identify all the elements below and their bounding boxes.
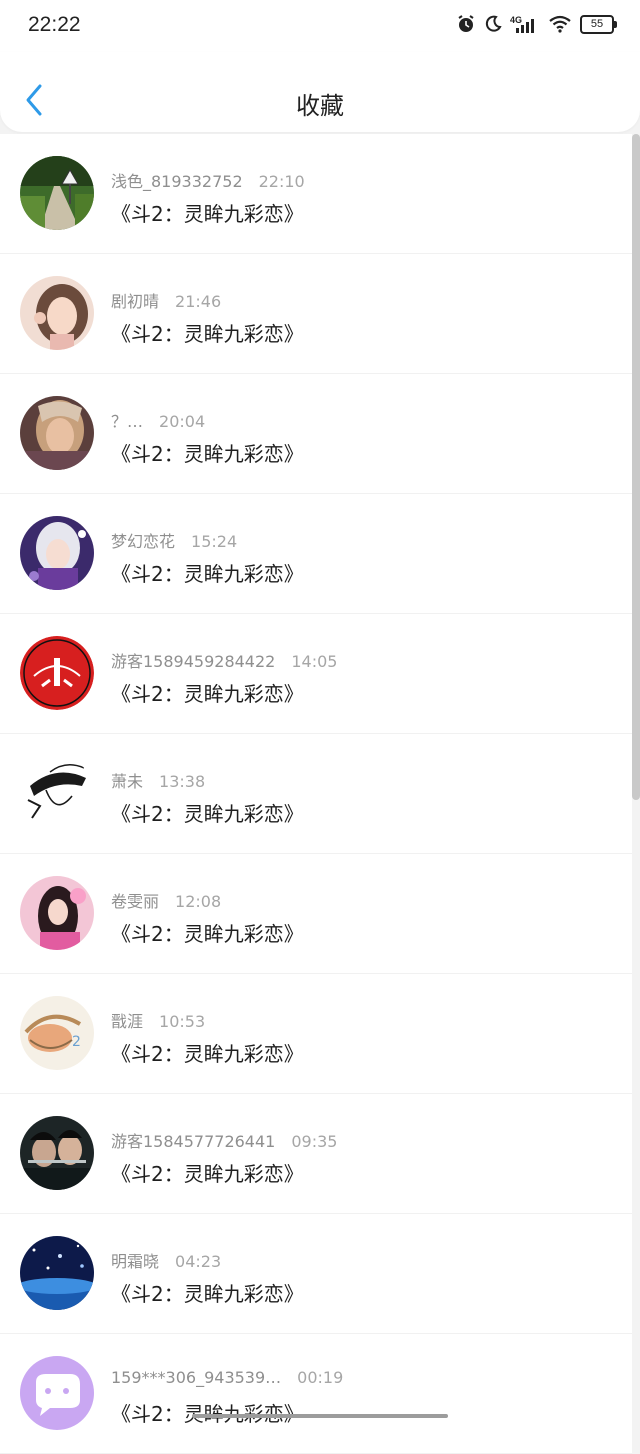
- timestamp: 22:10: [258, 172, 305, 191]
- list-item[interactable]: 2 戬涯 10:53 《斗2：灵眸九彩恋》: [0, 974, 632, 1094]
- book-title: 《斗2：灵眸九彩恋》: [111, 202, 304, 226]
- page-title: 收藏: [296, 92, 344, 120]
- username: 戬涯: [111, 1012, 144, 1031]
- book-title: 《斗2：灵眸九彩恋》: [111, 322, 304, 346]
- item-meta: ？… 20:04: [111, 408, 205, 432]
- username: 萧未: [111, 772, 144, 791]
- item-meta: 卷雯丽 12:08: [111, 888, 221, 912]
- avatar[interactable]: [20, 1356, 94, 1430]
- avatar[interactable]: 2: [20, 996, 94, 1070]
- timestamp: 20:04: [159, 412, 206, 431]
- book-title: 《斗2：灵眸九彩恋》: [111, 562, 304, 586]
- timestamp: 13:38: [159, 772, 206, 791]
- item-meta: 浅色_819332752 22:10: [111, 168, 305, 192]
- list-item[interactable]: 浅色_819332752 22:10 《斗2：灵眸九彩恋》: [0, 134, 632, 254]
- avatar[interactable]: [20, 516, 94, 590]
- book-title: 《斗2：灵眸九彩恋》: [111, 682, 304, 706]
- book-title: 《斗2：灵眸九彩恋》: [111, 922, 304, 946]
- timestamp: 15:24: [191, 532, 238, 551]
- username: ？…: [111, 412, 144, 431]
- avatar[interactable]: [20, 156, 94, 230]
- favorites-list: 浅色_819332752 22:10 《斗2：灵眸九彩恋》 剧初晴 21:46 《斗2：灵…: [0, 134, 632, 1454]
- book-title: 《斗2：灵眸九彩恋》: [111, 1398, 304, 1427]
- signal-icon: 4G: [510, 15, 534, 33]
- avatar[interactable]: [20, 276, 94, 350]
- username: 游客1584577726441: [111, 1132, 276, 1151]
- avatar[interactable]: [20, 1116, 94, 1190]
- book-title: 《斗2：灵眸九彩恋》: [111, 1162, 304, 1186]
- avatar[interactable]: [20, 876, 94, 950]
- timestamp: 09:35: [291, 1132, 338, 1151]
- svg-text:2: 2: [72, 1034, 81, 1050]
- username: 浅色_819332752: [111, 172, 243, 191]
- item-meta: 梦幻恋花 15:24: [111, 528, 237, 552]
- home-indicator[interactable]: [192, 1414, 448, 1418]
- username: 游客1589459284422: [111, 652, 276, 671]
- scrollbar[interactable]: [632, 134, 640, 800]
- wifi-icon: [549, 15, 571, 33]
- timestamp: 00:19: [297, 1368, 344, 1387]
- list-item[interactable]: 游客1584577726441 09:35 《斗2：灵眸九彩恋》: [0, 1094, 632, 1214]
- timestamp: 10:53: [159, 1012, 206, 1031]
- nav-bar: 收藏: [0, 52, 640, 132]
- list-item[interactable]: 梦幻恋花 15:24 《斗2：灵眸九彩恋》: [0, 494, 632, 614]
- item-meta: 剧初晴 21:46: [111, 288, 221, 312]
- username: 卷雯丽: [111, 892, 160, 911]
- book-title: 《斗2：灵眸九彩恋》: [111, 1282, 304, 1306]
- moon-icon: [485, 15, 502, 32]
- svg-text:4G: 4G: [510, 15, 522, 25]
- status-bar: 22:22 4G 55: [0, 0, 640, 52]
- status-icons: 4G 55: [456, 14, 617, 34]
- item-meta: 戬涯 10:53: [111, 1008, 205, 1032]
- timestamp: 14:05: [291, 652, 338, 671]
- list-item[interactable]: 剧初晴 21:46 《斗2：灵眸九彩恋》: [0, 254, 632, 374]
- username: 剧初晴: [111, 292, 160, 311]
- book-title: 《斗2：灵眸九彩恋》: [111, 442, 304, 466]
- status-time: 22:22: [28, 13, 81, 36]
- list-item[interactable]: 159***306_943539… 00:19 《斗2：灵眸九彩恋》: [0, 1334, 632, 1454]
- alarm-icon: [458, 15, 474, 32]
- item-meta: 萧未 13:38: [111, 768, 205, 792]
- battery-icon: 55: [580, 14, 617, 34]
- book-title: 《斗2：灵眸九彩恋》: [111, 1042, 304, 1066]
- list-item[interactable]: 卷雯丽 12:08 《斗2：灵眸九彩恋》: [0, 854, 632, 974]
- username: 159***306_943539…: [111, 1368, 282, 1387]
- avatar[interactable]: [20, 396, 94, 470]
- timestamp: 21:46: [175, 292, 222, 311]
- avatar[interactable]: [20, 756, 94, 830]
- avatar[interactable]: [20, 636, 94, 710]
- username: 梦幻恋花: [111, 532, 176, 551]
- list-item[interactable]: 游客1589459284422 14:05 《斗2：灵眸九彩恋》: [0, 614, 632, 734]
- timestamp: 12:08: [175, 892, 222, 911]
- item-meta: 游客1589459284422 14:05: [111, 648, 337, 672]
- item-meta: 明霜晓 04:23: [111, 1248, 221, 1272]
- list-item[interactable]: 明霜晓 04:23 《斗2：灵眸九彩恋》: [0, 1214, 632, 1334]
- list-item[interactable]: 萧未 13:38 《斗2：灵眸九彩恋》: [0, 734, 632, 854]
- book-title: 《斗2：灵眸九彩恋》: [111, 802, 304, 826]
- username: 明霜晓: [111, 1252, 160, 1271]
- list-item[interactable]: ？… 20:04 《斗2：灵眸九彩恋》: [0, 374, 632, 494]
- item-meta: 159***306_943539… 00:19: [111, 1368, 343, 1387]
- avatar[interactable]: [20, 1236, 94, 1310]
- timestamp: 04:23: [175, 1252, 222, 1271]
- item-meta: 游客1584577726441 09:35: [111, 1128, 337, 1152]
